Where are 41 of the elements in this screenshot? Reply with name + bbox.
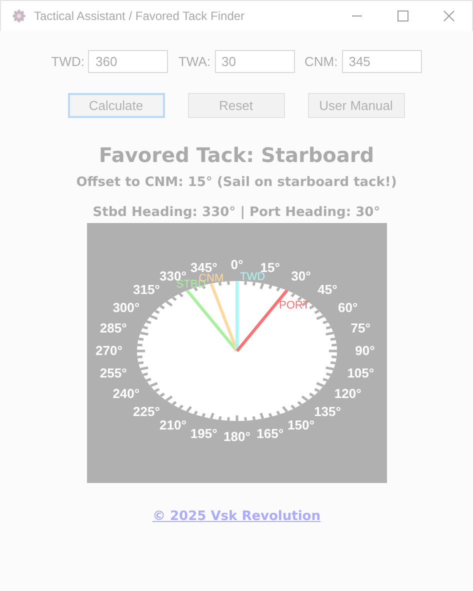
degree-label: 315°: [132, 282, 160, 298]
degree-label: 60°: [338, 300, 358, 315]
offset-text: Offset to CNM: 15° (Sail on starboard tack!): [76, 175, 397, 190]
field-label: CNM:: [304, 54, 338, 69]
input-field[interactable]: 345: [342, 50, 422, 73]
degree-label: 195°: [190, 426, 217, 442]
degree-label: 135°: [314, 404, 340, 419]
degree-label: 180°: [223, 429, 250, 444]
heading-line-label: TWD: [240, 271, 265, 283]
degree-label: 255°: [99, 365, 126, 380]
degree-label: 225°: [132, 404, 160, 419]
degree-label: 285°: [99, 320, 126, 336]
copyright-link[interactable]: © 2025 Vsk Revolution: [152, 509, 320, 524]
app-icon: [12, 9, 26, 23]
degree-label: 165°: [256, 426, 284, 442]
heading-line-label: PORT: [278, 299, 309, 312]
action-button[interactable]: Calculate: [68, 93, 164, 118]
window-title: Tactical Assistant / Favored Tack Finder: [34, 9, 246, 23]
degree-label: 105°: [346, 365, 374, 380]
degree-label: 150°: [287, 417, 314, 432]
input-field[interactable]: 30: [214, 50, 294, 73]
action-button[interactable]: Reset: [188, 93, 284, 118]
degree-label: 300°: [112, 300, 140, 315]
degree-label: 345°: [190, 260, 217, 275]
headings-text: Stbd Heading: 330° | Port Heading: 30°: [92, 205, 380, 220]
field-label: TWD:: [51, 54, 84, 69]
degree-label: 90°: [354, 343, 374, 358]
degree-label: 75°: [350, 320, 370, 336]
field-label: TWA:: [178, 54, 210, 69]
degree-label: 30°: [290, 268, 310, 284]
degree-label: 210°: [159, 417, 186, 432]
degree-label: 45°: [317, 282, 337, 298]
result-title: Favored Tack: Starboard: [98, 143, 374, 167]
close-icon[interactable]: [443, 10, 455, 22]
input-field[interactable]: 360: [88, 50, 168, 73]
maximize-icon[interactable]: [397, 10, 409, 22]
degree-label: 270°: [95, 343, 122, 358]
degree-label: 120°: [334, 386, 361, 401]
degree-label: 240°: [112, 386, 140, 401]
action-button[interactable]: User Manual: [308, 93, 404, 118]
degree-label: 0°: [230, 257, 243, 272]
